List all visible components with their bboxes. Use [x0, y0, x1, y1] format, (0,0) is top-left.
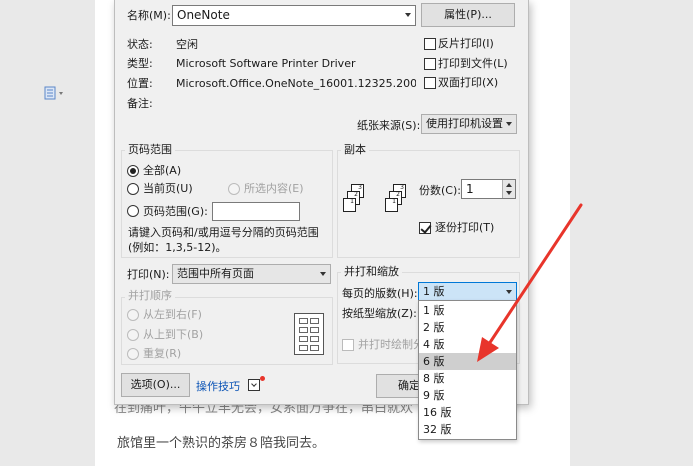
annotation-arrow-icon: [477, 203, 583, 362]
